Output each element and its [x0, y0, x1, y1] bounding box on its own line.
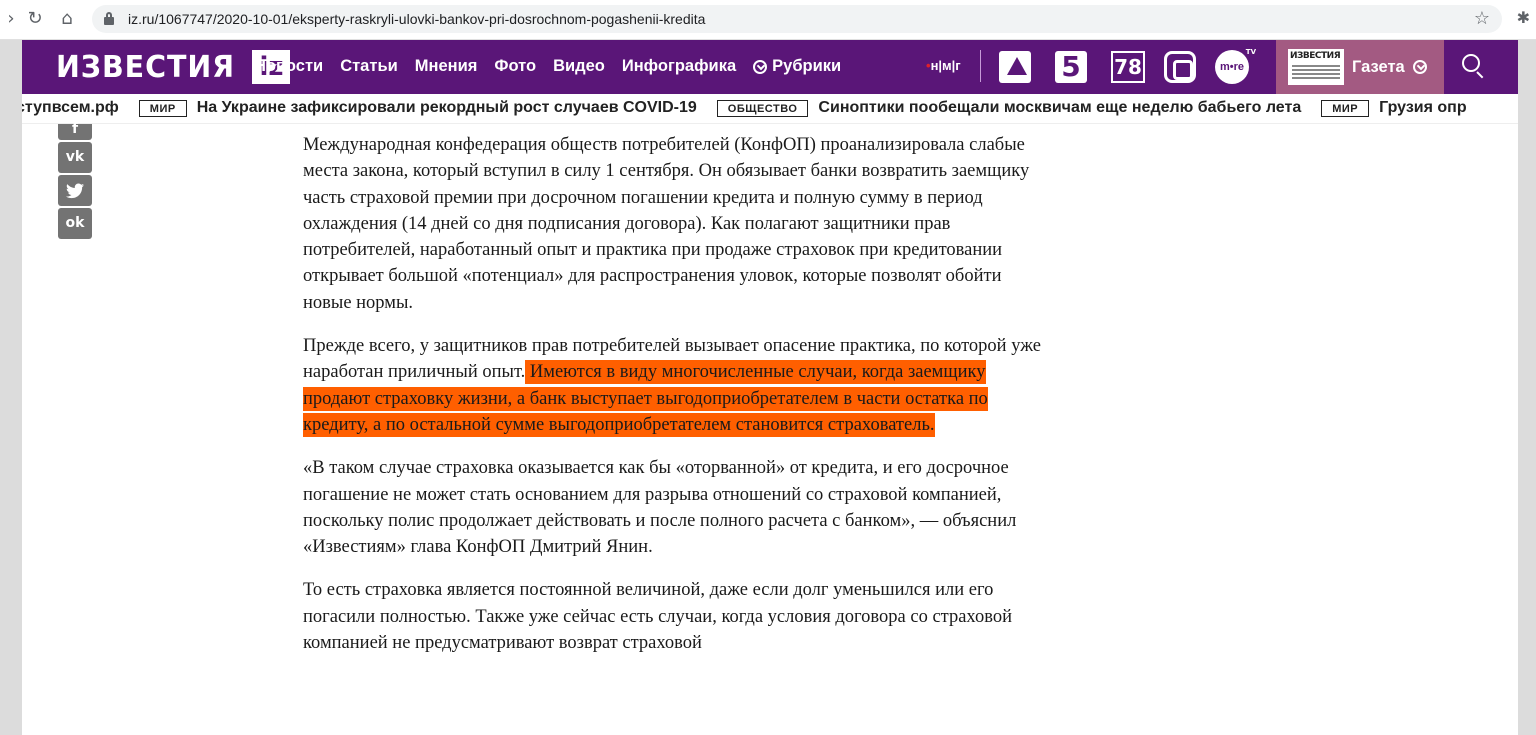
ctc-channel-icon[interactable] [1162, 50, 1198, 84]
home-icon[interactable]: ⌂ [56, 8, 78, 30]
article-paragraph: То есть страховка является постоянной ве… [303, 580, 1012, 654]
reload-icon[interactable]: ↻ [24, 8, 46, 30]
newspaper-icon [1288, 49, 1344, 85]
main-nav: Новости Статьи Мнения Фото Видео Инфогра… [254, 57, 841, 76]
channel-78-icon[interactable]: 78 [1110, 50, 1146, 84]
nav-articles[interactable]: Статьи [340, 57, 398, 76]
newspaper-button[interactable]: Газета [1276, 40, 1444, 94]
facebook-share-icon[interactable]: f [58, 122, 92, 140]
ticker-item-text[interactable]: ступвсем.рф [22, 99, 119, 117]
extensions-icon[interactable]: ✱ [1517, 8, 1530, 27]
vk-share-icon[interactable]: vk [58, 142, 92, 173]
ticker-badge[interactable]: МИР [138, 99, 187, 117]
nmg-link[interactable]: •н|м|г [926, 58, 961, 73]
ticker-item-text[interactable]: Грузия опр [1379, 99, 1467, 117]
bookmark-star-icon[interactable]: ☆ [1474, 8, 1490, 29]
news-ticker: ступвсем.рф МИР На Украине зафиксировали… [22, 94, 1518, 124]
twitter-share-icon[interactable] [58, 175, 92, 206]
article-paragraph: «В таком случае страховка оказывается ка… [303, 458, 1017, 558]
article-paragraph: Международная конфедерация обществ потре… [303, 135, 1030, 313]
browser-toolbar: › ↻ ⌂ iz.ru/1067747/2020-10-01/eksperty-… [0, 0, 1536, 40]
chevron-down-icon [1412, 60, 1427, 74]
search-icon[interactable] [1462, 54, 1486, 79]
forward-icon[interactable]: › [0, 8, 22, 30]
address-bar[interactable]: iz.ru/1067747/2020-10-01/eksperty-raskry… [92, 5, 1502, 33]
nav-infographics[interactable]: Инфографика [622, 57, 736, 76]
ren-tv-channel-icon[interactable] [998, 50, 1032, 84]
article-body: Международная конфедерация обществ потре… [303, 132, 1043, 673]
nav-rubrics-label: Рубрики [772, 57, 842, 75]
nav-news[interactable]: Новости [254, 57, 323, 76]
share-bar: f vk ok [58, 122, 93, 241]
ticker-item-text[interactable]: На Украине зафиксировали рекордный рост … [197, 99, 697, 117]
chevron-down-icon [753, 59, 768, 74]
web-page: ИЗВЕСТИЯ iz Новости Статьи Мнения Фото В… [22, 40, 1518, 735]
ticker-item-text[interactable]: Синоптики пообещали москвичам еще неделю… [818, 99, 1301, 117]
divider [980, 50, 981, 82]
nmg-label: н|м|г [930, 58, 961, 73]
article-paragraph: Прежде всего, у защитников прав потребит… [303, 333, 1043, 438]
odnoklassniki-share-icon[interactable]: ok [58, 208, 92, 239]
address-url[interactable]: iz.ru/1067747/2020-10-01/eksperty-raskry… [128, 11, 705, 27]
ticker-badge[interactable]: МИР [1321, 99, 1370, 117]
nav-photo[interactable]: Фото [494, 57, 536, 76]
site-header: ИЗВЕСТИЯ iz Новости Статьи Мнения Фото В… [22, 40, 1518, 94]
nav-opinions[interactable]: Мнения [415, 57, 478, 76]
channel-5-icon[interactable]: 5 [1054, 50, 1088, 84]
nav-rubrics[interactable]: Рубрики [753, 57, 841, 76]
lock-icon [104, 12, 114, 25]
newspaper-label: Газета [1352, 57, 1405, 76]
more-tv-icon[interactable]: m•re TV [1212, 48, 1256, 84]
logo-text: ИЗВЕСТИЯ [56, 49, 236, 85]
nav-video[interactable]: Видео [553, 57, 605, 76]
ticker-badge[interactable]: ОБЩЕСТВО [716, 99, 809, 117]
